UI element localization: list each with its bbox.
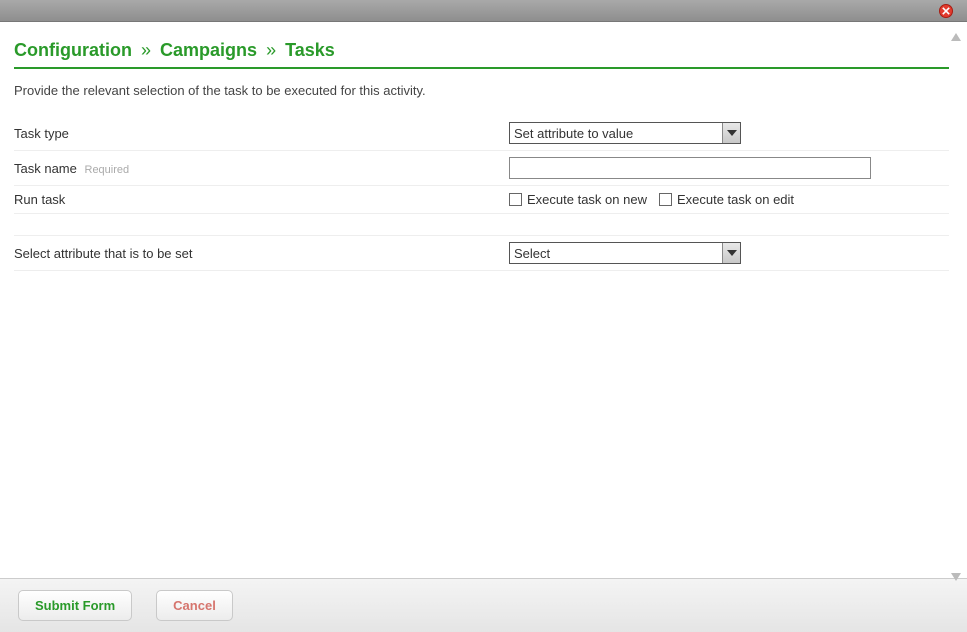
cancel-button[interactable]: Cancel — [156, 590, 233, 621]
checkbox-execute-edit[interactable]: Execute task on edit — [659, 192, 794, 207]
breadcrumb-sep: » — [141, 40, 151, 60]
close-button[interactable] — [939, 4, 953, 18]
breadcrumb-sep: » — [266, 40, 276, 60]
checkbox-label: Execute task on new — [527, 192, 647, 207]
spacer — [14, 214, 949, 236]
label-task-name: Task name Required — [14, 161, 509, 176]
label-select-attribute: Select attribute that is to be set — [14, 246, 509, 261]
chevron-down-icon — [722, 123, 740, 143]
checkbox-box — [659, 193, 672, 206]
dialog-content: Configuration » Campaigns » Tasks Provid… — [0, 22, 967, 578]
button-bar: Submit Form Cancel — [0, 578, 967, 632]
dialog-titlebar — [0, 0, 967, 22]
required-hint: Required — [85, 164, 130, 176]
chevron-down-icon — [722, 243, 740, 263]
close-icon — [942, 7, 950, 15]
select-attribute-value: Select — [514, 246, 550, 261]
row-task-type: Task type Set attribute to value — [14, 116, 949, 151]
breadcrumb-part: Tasks — [285, 40, 335, 60]
breadcrumb-part: Campaigns — [160, 40, 257, 60]
checkbox-execute-new[interactable]: Execute task on new — [509, 192, 647, 207]
select-task-type[interactable]: Set attribute to value — [509, 122, 741, 144]
label-task-name-text: Task name — [14, 161, 77, 176]
checkbox-box — [509, 193, 522, 206]
label-task-type: Task type — [14, 126, 509, 141]
select-task-type-value: Set attribute to value — [514, 126, 633, 141]
row-run-task: Run task Execute task on new Execute tas… — [14, 186, 949, 214]
row-select-attribute: Select attribute that is to be set Selec… — [14, 236, 949, 271]
scroll-down-icon[interactable] — [951, 570, 961, 584]
breadcrumb: Configuration » Campaigns » Tasks — [14, 40, 949, 69]
breadcrumb-part: Configuration — [14, 40, 132, 60]
label-run-task: Run task — [14, 192, 509, 207]
instruction-text: Provide the relevant selection of the ta… — [14, 83, 949, 98]
scroll-up-icon[interactable] — [951, 30, 961, 44]
select-attribute[interactable]: Select — [509, 242, 741, 264]
row-task-name: Task name Required — [14, 151, 949, 186]
checkbox-label: Execute task on edit — [677, 192, 794, 207]
input-task-name[interactable] — [509, 157, 871, 179]
submit-button[interactable]: Submit Form — [18, 590, 132, 621]
